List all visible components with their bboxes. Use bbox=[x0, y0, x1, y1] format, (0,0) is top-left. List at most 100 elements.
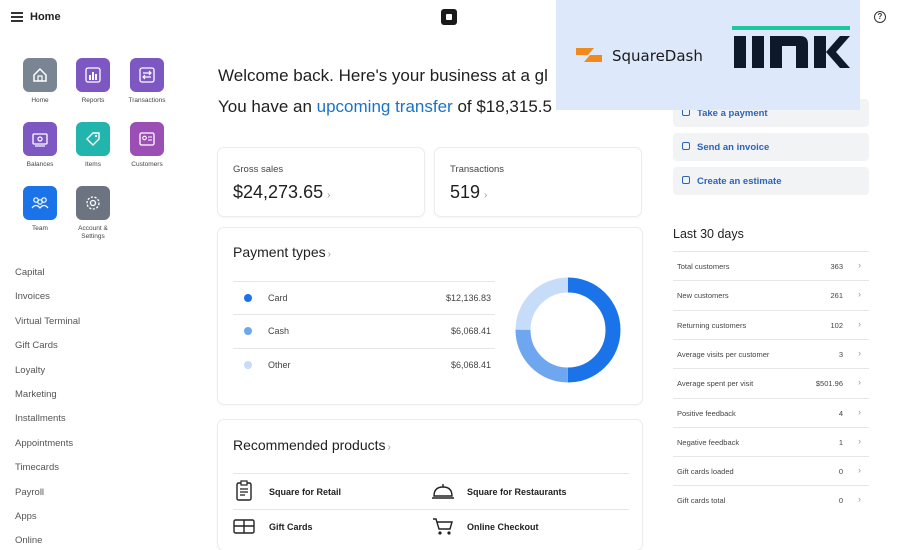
nav-item-online[interactable]: Online bbox=[15, 535, 42, 546]
metric-name: Gift cards loaded bbox=[677, 467, 734, 477]
upcoming-transfer-link[interactable]: upcoming transfer bbox=[317, 97, 453, 116]
nav-item-appointments[interactable]: Appointments bbox=[15, 438, 73, 449]
app-tile-label: Team bbox=[32, 225, 48, 232]
chevron-right-icon: › bbox=[327, 249, 331, 260]
metric-name: Negative feedback bbox=[677, 437, 740, 447]
rec-square-retail[interactable]: Square for Retail bbox=[269, 487, 341, 497]
nav-item-invoices[interactable]: Invoices bbox=[15, 291, 50, 302]
nav-item-capital[interactable]: Capital bbox=[15, 267, 45, 278]
service-bell-icon bbox=[432, 484, 454, 499]
chevron-right-icon: › bbox=[858, 406, 861, 417]
metric-value: 0 bbox=[838, 467, 843, 477]
sidebar: Home Reports Transactions Balances Items… bbox=[0, 36, 185, 550]
nav-item-marketing[interactable]: Marketing bbox=[15, 389, 57, 400]
clipboard-icon bbox=[236, 480, 252, 501]
app-tile-label: Reports bbox=[81, 97, 105, 104]
metric-value: 3 bbox=[838, 349, 843, 359]
metric-row[interactable]: Average spent per visit $501.96 › bbox=[673, 368, 869, 397]
rec-online-checkout[interactable]: Online Checkout bbox=[467, 522, 539, 532]
metric-row[interactable]: New customers 261 › bbox=[673, 280, 869, 309]
squaredash-wordmark: SquareDash bbox=[612, 47, 703, 65]
app-tile-reports[interactable]: Reports bbox=[63, 58, 123, 105]
metric-value: 0 bbox=[838, 496, 843, 506]
app-tile-account-settings[interactable]: Account & Settings bbox=[63, 186, 123, 241]
nav-item-installments[interactable]: Installments bbox=[15, 413, 66, 424]
chevron-right-icon: › bbox=[387, 442, 391, 453]
app-tile-home[interactable]: Home bbox=[10, 58, 70, 105]
rec-square-restaurants[interactable]: Square for Restaurants bbox=[467, 487, 567, 497]
app-tile-balances[interactable]: Balances bbox=[10, 122, 70, 169]
metric-name: New customers bbox=[677, 291, 729, 301]
chevron-right-icon: › bbox=[858, 289, 861, 300]
metric-value: 4 bbox=[838, 408, 843, 418]
payment-types-card: Payment types › Card $12,136.83 Cash $6,0… bbox=[218, 228, 642, 404]
last-30-days-title: Last 30 days bbox=[673, 227, 744, 241]
metric-row[interactable]: Negative feedback 1 › bbox=[673, 426, 869, 456]
metric-name: Positive feedback bbox=[677, 408, 736, 418]
estimate-icon bbox=[682, 176, 690, 184]
app-tile-items[interactable]: Items bbox=[63, 122, 123, 169]
metric-name: Gift cards total bbox=[677, 496, 726, 506]
gift-card-icon bbox=[233, 519, 255, 534]
square-logo-icon[interactable] bbox=[441, 9, 457, 25]
nav-item-virtual-terminal[interactable]: Virtual Terminal bbox=[15, 316, 80, 327]
squaredash-logo-icon bbox=[576, 48, 602, 62]
metric-row[interactable]: Returning customers 102 › bbox=[673, 309, 869, 339]
metric-row[interactable]: Total customers 363 › bbox=[673, 251, 869, 280]
nav-item-loyalty[interactable]: Loyalty bbox=[15, 365, 45, 376]
metric-row[interactable]: Gift cards loaded 0 › bbox=[673, 456, 869, 485]
metric-row[interactable]: Average visits per customer 3 › bbox=[673, 338, 869, 368]
hamburger-menu-icon[interactable] bbox=[11, 12, 23, 22]
app-tile-label: Home bbox=[31, 97, 49, 104]
metric-name: Total customers bbox=[677, 262, 730, 271]
app-tile-label: Customers bbox=[131, 161, 163, 168]
app-tile-label: Transactions bbox=[128, 97, 166, 104]
welcome-heading: Welcome back. Here's your business at a … bbox=[218, 66, 548, 85]
payment-types-donut bbox=[515, 277, 621, 383]
transactions-icon bbox=[130, 58, 164, 92]
create-estimate-button[interactable]: Create an estimate bbox=[673, 167, 869, 195]
card-dot-icon bbox=[244, 294, 252, 302]
recommended-products-card: Recommended products › Square for Retail … bbox=[218, 420, 642, 550]
transactions-label: Transactions bbox=[450, 164, 505, 175]
metric-value: 102 bbox=[830, 320, 843, 330]
gear-icon bbox=[76, 186, 110, 220]
payment-row: Card $12,136.83 bbox=[233, 281, 495, 314]
send-invoice-button[interactable]: Send an invoice bbox=[673, 133, 869, 161]
metric-row[interactable]: Gift cards total 0 › bbox=[673, 485, 869, 514]
app-tile-label: Items bbox=[85, 161, 101, 168]
nav-item-apps[interactable]: Apps bbox=[15, 511, 37, 522]
chevron-right-icon: › bbox=[327, 190, 331, 201]
other-dot-icon bbox=[244, 361, 252, 369]
customers-icon bbox=[130, 122, 164, 156]
page-title: Home bbox=[30, 11, 61, 23]
transfer-message: You have an upcoming transfer of $18,315… bbox=[218, 97, 552, 116]
app-tile-customers[interactable]: Customers bbox=[117, 122, 177, 169]
gross-sales-card[interactable]: Gross sales $24,273.65 › bbox=[218, 148, 424, 216]
app-tile-label: Account & Settings bbox=[78, 225, 108, 240]
invoice-icon bbox=[682, 142, 690, 150]
help-icon[interactable]: ? bbox=[874, 11, 886, 23]
app-tile-transactions[interactable]: Transactions bbox=[117, 58, 177, 105]
chevron-right-icon: › bbox=[858, 377, 861, 388]
nav-item-gift-cards[interactable]: Gift Cards bbox=[15, 340, 58, 351]
app-tile-team[interactable]: Team bbox=[10, 186, 70, 233]
team-icon bbox=[23, 186, 57, 220]
payment-types-title[interactable]: Payment types › bbox=[233, 244, 331, 260]
metric-row[interactable]: Positive feedback 4 › bbox=[673, 397, 869, 427]
transactions-value: 519 › bbox=[450, 182, 488, 202]
transactions-card[interactable]: Transactions 519 › bbox=[435, 148, 641, 216]
home-icon bbox=[23, 58, 57, 92]
recommended-products-title[interactable]: Recommended products › bbox=[233, 437, 391, 453]
metric-name: Returning customers bbox=[677, 320, 747, 330]
nav-item-timecards[interactable]: Timecards bbox=[15, 462, 59, 473]
payment-row: Other $6,068.41 bbox=[233, 348, 495, 381]
tag-icon bbox=[76, 122, 110, 156]
rec-gift-cards[interactable]: Gift Cards bbox=[269, 522, 313, 532]
nav-item-payroll[interactable]: Payroll bbox=[15, 487, 44, 498]
metric-value: $501.96 bbox=[815, 379, 843, 389]
iink-logo bbox=[732, 26, 850, 68]
balances-icon bbox=[23, 122, 57, 156]
shopping-cart-icon bbox=[433, 518, 453, 535]
gross-sales-value: $24,273.65 › bbox=[233, 182, 331, 202]
